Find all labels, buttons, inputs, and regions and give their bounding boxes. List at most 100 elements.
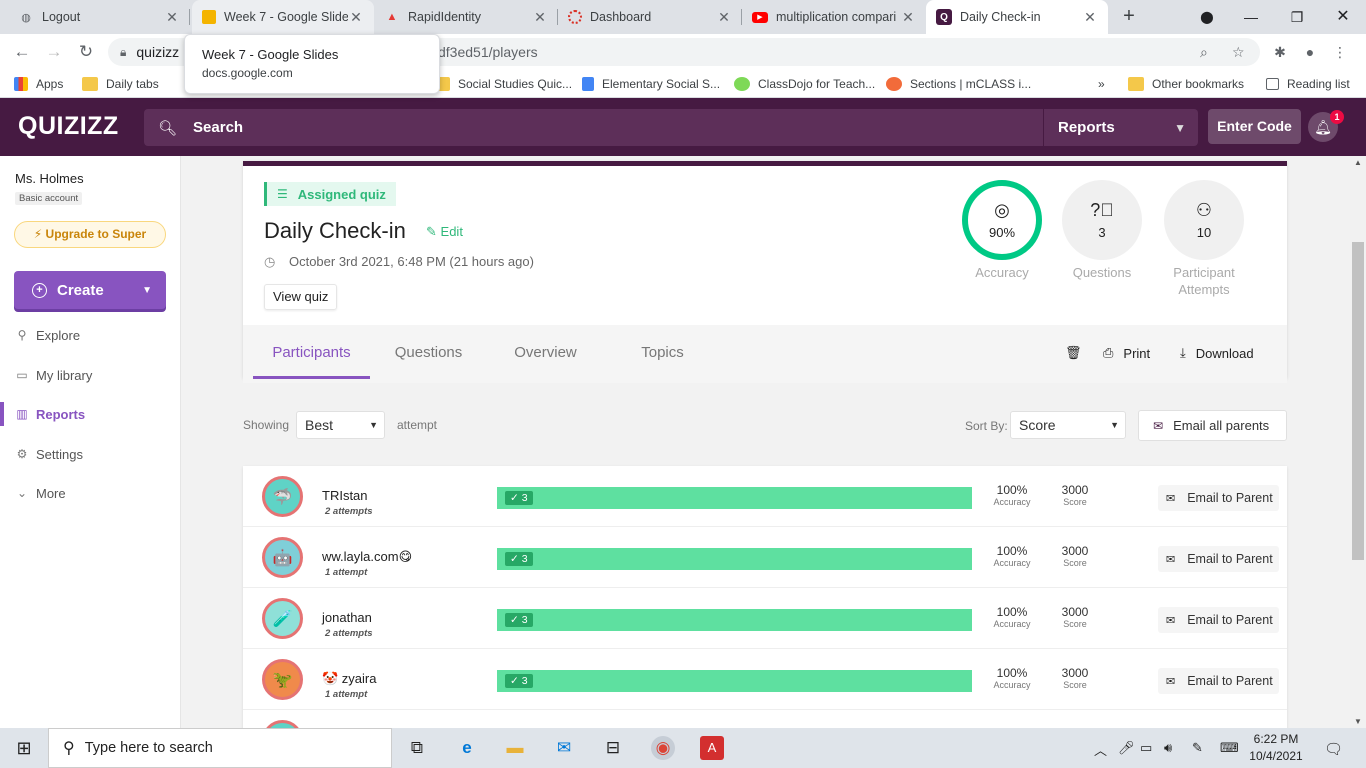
mail-icon[interactable]: ✉ xyxy=(552,736,576,760)
score-metric: 3000 Score xyxy=(1061,483,1089,507)
back-icon[interactable]: ← xyxy=(10,40,34,64)
email-to-parent-button[interactable]: ✉ Email to Parent xyxy=(1158,485,1279,511)
chevron-down-icon: ⌄ xyxy=(16,486,28,500)
scroll-down-icon[interactable]: ▼ xyxy=(1354,717,1362,726)
browser-tab[interactable]: ◍ Logout ✕ xyxy=(8,0,190,34)
participant-name[interactable]: TRIstan xyxy=(322,488,368,503)
bookmark-mclass[interactable]: Sections | mCLASS i... xyxy=(886,75,1031,93)
create-button[interactable]: + Create ▼ xyxy=(14,271,166,309)
page-scrollbar[interactable]: ▲ ▼ xyxy=(1350,156,1366,728)
browser-tab-active[interactable]: Q Daily Check-in ✕ xyxy=(926,0,1108,34)
email-all-parents-button[interactable]: ✉ Email all parents xyxy=(1138,410,1287,441)
tab-overview[interactable]: Overview xyxy=(497,325,594,379)
zoom-icon[interactable]: ⌕ xyxy=(1200,44,1208,61)
microphone-icon[interactable]: 🎤︎ xyxy=(1118,740,1135,756)
bookmark-daily-tabs[interactable]: Daily tabs xyxy=(82,75,159,93)
bookmark-apps[interactable]: Apps xyxy=(14,75,63,93)
questions-label: Questions xyxy=(1072,265,1132,280)
tab-questions[interactable]: Questions xyxy=(380,325,477,379)
delete-button[interactable]: 🗑︎ xyxy=(1065,345,1092,361)
close-tab-icon[interactable]: ✕ xyxy=(348,9,364,26)
maximize-button[interactable]: ❐ xyxy=(1274,0,1320,34)
correct-answers-bar: ✓ 3 xyxy=(497,487,972,509)
bookmark-social-studies[interactable]: Social Studies Quic... xyxy=(434,75,572,93)
profile-avatar-icon[interactable]: ● xyxy=(1298,40,1322,64)
bookmark-elementary-social[interactable]: Elementary Social S... xyxy=(582,75,720,93)
close-tab-icon[interactable]: ✕ xyxy=(716,9,732,26)
task-view-icon[interactable]: ⧉ xyxy=(405,736,429,760)
extensions-icon[interactable]: ✱ xyxy=(1268,40,1292,64)
caret-down-icon[interactable]: ▼ xyxy=(142,285,152,296)
sidebar-item-settings[interactable]: ⚙︎ Settings xyxy=(14,444,83,464)
browser-tab[interactable]: Week 7 - Google Slide ✕ xyxy=(192,0,374,34)
scrollbar-thumb[interactable] xyxy=(1352,242,1364,560)
new-tab-button[interactable]: + xyxy=(1116,4,1142,30)
bookmark-other[interactable]: Other bookmarks xyxy=(1128,75,1244,93)
tab-search-button[interactable]: ⬤ xyxy=(1184,0,1230,34)
sidebar-item-explore[interactable]: ⚲ Explore xyxy=(14,325,80,345)
email-to-parent-button[interactable]: ✉ Email to Parent xyxy=(1158,668,1279,694)
quizizz-logo[interactable]: QUIZIZZ xyxy=(18,112,119,141)
volume-icon[interactable]: 🔊︎ xyxy=(1164,740,1172,756)
participant-row[interactable]: 🦖 🤡 zyaira 1 attempt ✓ 3 100% Accuracy 3… xyxy=(243,649,1287,710)
bookmark-star-icon[interactable]: ☆ xyxy=(1232,44,1245,61)
sidebar-item-reports[interactable]: ▥ Reports xyxy=(14,404,85,424)
forward-icon[interactable]: → xyxy=(42,40,66,64)
sidebar-item-my-library[interactable]: ▭ My library xyxy=(14,365,92,385)
edge-icon[interactable]: e xyxy=(455,736,479,760)
reading-list[interactable]: Reading list xyxy=(1266,75,1350,93)
scroll-up-icon[interactable]: ▲ xyxy=(1354,158,1362,167)
acrobat-icon[interactable]: A xyxy=(700,736,724,760)
participant-row-partial[interactable] xyxy=(243,710,1287,728)
chrome-icon[interactable]: ◉ xyxy=(651,736,675,760)
participant-name[interactable]: 🤡 zyaira xyxy=(322,671,376,687)
close-tab-icon[interactable]: ✕ xyxy=(900,9,916,26)
close-tab-icon[interactable]: ✕ xyxy=(164,9,180,26)
minimize-button[interactable]: — xyxy=(1228,0,1274,34)
tab-title: Week 7 - Google Slide xyxy=(224,10,348,24)
participant-name[interactable]: ww.layla.com😋 xyxy=(322,549,412,565)
reports-dropdown[interactable]: Reports ▼ xyxy=(1043,109,1198,146)
tab-topics[interactable]: Topics xyxy=(614,325,711,379)
browser-tab[interactable]: ▲ RapidIdentity ✕ xyxy=(374,0,558,34)
keyboard-icon[interactable]: ⌨ xyxy=(1220,740,1239,756)
file-explorer-icon[interactable]: ▬ xyxy=(503,736,527,760)
edit-link[interactable]: ✎ Edit xyxy=(426,224,463,240)
participant-row[interactable]: 🦈 TRIstan 2 attempts ✓ 3 100% Accuracy 3… xyxy=(243,466,1287,527)
view-quiz-button[interactable]: View quiz xyxy=(264,284,338,310)
store-icon[interactable]: ⊟ xyxy=(601,736,625,760)
close-tab-icon[interactable]: ✕ xyxy=(1082,9,1098,26)
reload-icon[interactable]: ↻ xyxy=(74,40,98,64)
enter-code-button[interactable]: Enter Code xyxy=(1208,109,1301,144)
browser-tab[interactable]: Dashboard ✕ xyxy=(558,0,742,34)
windows-start-icon[interactable]: ⊞ xyxy=(0,728,48,768)
battery-icon[interactable]: ▭ xyxy=(1140,740,1152,756)
search-bar[interactable]: 🔍︎ Search xyxy=(144,109,1198,146)
notifications-icon[interactable]: 🗨︎ xyxy=(1324,740,1343,758)
close-window-button[interactable]: ✕ xyxy=(1320,0,1366,34)
bookmark-classdojo[interactable]: ClassDojo for Teach... xyxy=(734,75,875,93)
participant-row[interactable]: 🤖 ww.layla.com😋 1 attempt ✓ 3 100% Accur… xyxy=(243,527,1287,588)
browser-tab[interactable]: ▶ multiplication compari ✕ xyxy=(742,0,926,34)
chrome-menu-icon[interactable]: ⋮ xyxy=(1328,40,1352,64)
user-name[interactable]: Ms. Holmes xyxy=(15,171,84,186)
email-to-parent-button[interactable]: ✉ Email to Parent xyxy=(1158,546,1279,572)
email-to-parent-button[interactable]: ✉ Email to Parent xyxy=(1158,607,1279,633)
tab-participants[interactable]: Participants xyxy=(253,325,370,379)
taskbar-search[interactable]: ⚲ Type here to search xyxy=(48,728,392,768)
participant-row[interactable]: 🧪 jonathan 2 attempts ✓ 3 100% Accuracy … xyxy=(243,588,1287,649)
attempt-filter-select[interactable]: Best ▼ xyxy=(296,411,385,439)
upgrade-button[interactable]: ⚡︎ Upgrade to Super xyxy=(14,221,166,248)
download-button[interactable]: ⤓ Download xyxy=(1180,345,1254,361)
print-button[interactable]: ⎙ Print xyxy=(1103,345,1150,361)
participant-name[interactable]: jonathan xyxy=(322,610,372,625)
pen-icon[interactable]: ✎ xyxy=(1192,740,1203,756)
close-tab-icon[interactable]: ✕ xyxy=(532,9,548,26)
sort-by-select[interactable]: Score ▼ xyxy=(1010,411,1126,439)
accuracy-value: 90% xyxy=(988,225,1016,240)
tab-title: RapidIdentity xyxy=(408,10,481,24)
tray-chevron-icon[interactable]: ︿ xyxy=(1094,740,1107,759)
bookmarks-overflow[interactable]: » xyxy=(1098,75,1105,93)
sidebar-item-more[interactable]: ⌄ More xyxy=(14,483,66,503)
system-clock[interactable]: 6:22 PM 10/4/2021 xyxy=(1246,731,1306,765)
